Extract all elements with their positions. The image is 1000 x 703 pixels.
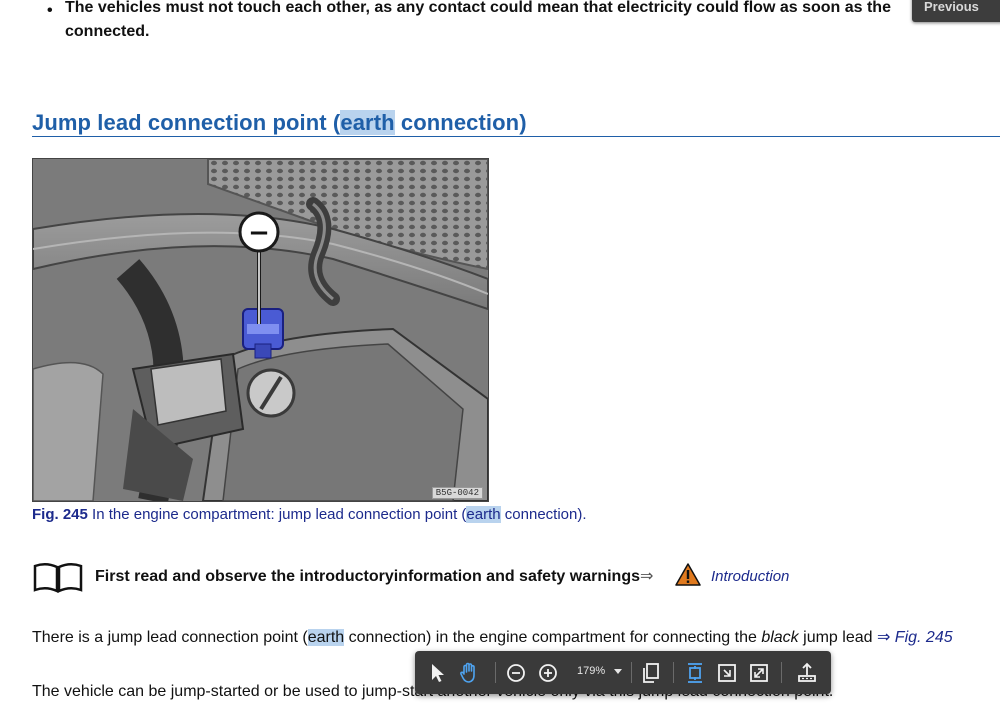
- engine-compartment-figure: − B5G-0042: [32, 158, 489, 502]
- para1-italic: black: [761, 629, 799, 646]
- zoom-out-icon[interactable]: [504, 661, 528, 685]
- para1-text-1: There is a jump lead connection point (: [32, 629, 308, 646]
- full-screen-icon[interactable]: [747, 661, 771, 685]
- pdf-floating-toolbar: 179%: [415, 651, 831, 694]
- previous-button[interactable]: Previous: [912, 0, 1000, 22]
- engine-illustration: −: [33, 159, 488, 501]
- figure-caption: Fig. 245 In the engine compartment: jump…: [32, 506, 587, 523]
- search-highlight: earth: [466, 506, 501, 523]
- bullet-line-1: The vehicles must not touch each other, …: [65, 0, 891, 16]
- para1-text-3: jump lead: [798, 629, 877, 646]
- heading-text-before: Jump lead connection point (: [32, 110, 341, 135]
- search-highlight: earth: [307, 629, 345, 646]
- toolbar-separator: [673, 662, 674, 683]
- share-upload-icon[interactable]: [795, 661, 819, 685]
- bullet-line-2: connected.: [65, 23, 150, 40]
- open-book-icon: [33, 563, 83, 593]
- fit-page-icon[interactable]: [715, 661, 739, 685]
- section-heading: Jump lead connection point (earth connec…: [32, 110, 527, 136]
- caption-text-before: In the engine compartment: jump lead con…: [87, 506, 467, 523]
- note-arrow: ⇒: [639, 568, 654, 585]
- bullet-dot: •: [47, 2, 53, 19]
- paragraph-connection-point: There is a jump lead connection point (e…: [32, 627, 953, 647]
- warning-icon: [675, 563, 701, 586]
- introduction-link[interactable]: Introduction: [711, 568, 789, 585]
- zoom-level[interactable]: 179%: [577, 665, 605, 677]
- heading-text-after: connection): [394, 110, 527, 135]
- hand-tool-icon[interactable]: [457, 661, 481, 685]
- select-cursor-icon[interactable]: [425, 661, 449, 685]
- caption-label: Fig. 245: [32, 506, 88, 523]
- toolbar-separator: [631, 662, 632, 683]
- fit-width-icon[interactable]: [683, 661, 707, 685]
- search-highlight: earth: [340, 110, 395, 135]
- heading-rule: [32, 136, 1000, 137]
- minus-symbol: −: [248, 218, 270, 248]
- figure-code: B5G-0042: [431, 487, 483, 499]
- toolbar-separator: [495, 662, 496, 683]
- toolbar-separator: [781, 662, 782, 683]
- zoom-in-icon[interactable]: [536, 661, 560, 685]
- page-view-icon[interactable]: [639, 661, 663, 685]
- caption-text-after: connection).: [500, 506, 587, 523]
- para1-text-2: connection) in the engine compartment fo…: [344, 629, 762, 646]
- note-text: First read and observe the introductoryi…: [95, 568, 640, 585]
- zoom-dropdown-icon[interactable]: [614, 669, 622, 674]
- read-first-note: First read and observe the introductoryi…: [32, 558, 932, 594]
- figure-reference-link[interactable]: ⇒ Fig. 245: [877, 629, 953, 646]
